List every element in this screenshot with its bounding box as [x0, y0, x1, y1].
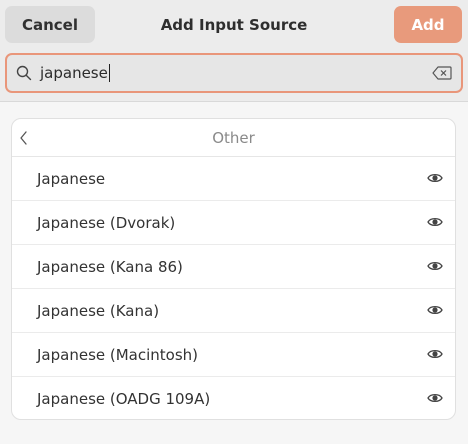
search-value: japanese: [40, 64, 108, 82]
list-item-label: Japanese (Macintosh): [37, 345, 199, 364]
list-item-label: Japanese: [37, 169, 106, 188]
text-caret: [108, 64, 110, 82]
eye-icon[interactable]: [427, 391, 443, 405]
clear-text-icon[interactable]: [432, 66, 452, 80]
eye-icon[interactable]: [427, 303, 443, 317]
add-button[interactable]: Add: [394, 6, 462, 43]
list-item-label: Japanese (OADG 109A): [37, 390, 211, 408]
list-item[interactable]: Japanese (Kana 86): [12, 245, 455, 289]
dialog-title: Add Input Source: [160, 15, 308, 34]
eye-icon[interactable]: [427, 347, 443, 361]
dialog-header: Cancel Add Input Source Add: [0, 0, 468, 50]
list-item[interactable]: Japanese (Kana): [12, 289, 455, 333]
category-header: Other: [12, 119, 455, 157]
cancel-button[interactable]: Cancel: [5, 6, 95, 43]
eye-icon[interactable]: [427, 171, 443, 185]
list-item[interactable]: Japanese: [12, 157, 455, 201]
list-item[interactable]: Japanese (Dvorak): [12, 201, 455, 245]
eye-icon[interactable]: [427, 259, 443, 273]
chevron-left-icon[interactable]: [19, 130, 29, 146]
list-item-label: Japanese (Kana): [37, 301, 160, 320]
input-source-list: Other Japanese Japanese (Dvorak) Japanes…: [11, 118, 456, 420]
category-label: Other: [212, 128, 255, 147]
list-item-label: Japanese (Dvorak): [37, 213, 176, 232]
search-bar: japanese: [0, 50, 468, 102]
list-item[interactable]: Japanese (Macintosh): [12, 333, 455, 377]
search-icon: [16, 65, 32, 81]
search-input[interactable]: japanese: [5, 53, 463, 93]
eye-icon[interactable]: [427, 215, 443, 229]
list-item[interactable]: Japanese (OADG 109A): [12, 377, 455, 419]
list-item-label: Japanese (Kana 86): [37, 257, 183, 276]
search-text: japanese: [40, 55, 110, 91]
